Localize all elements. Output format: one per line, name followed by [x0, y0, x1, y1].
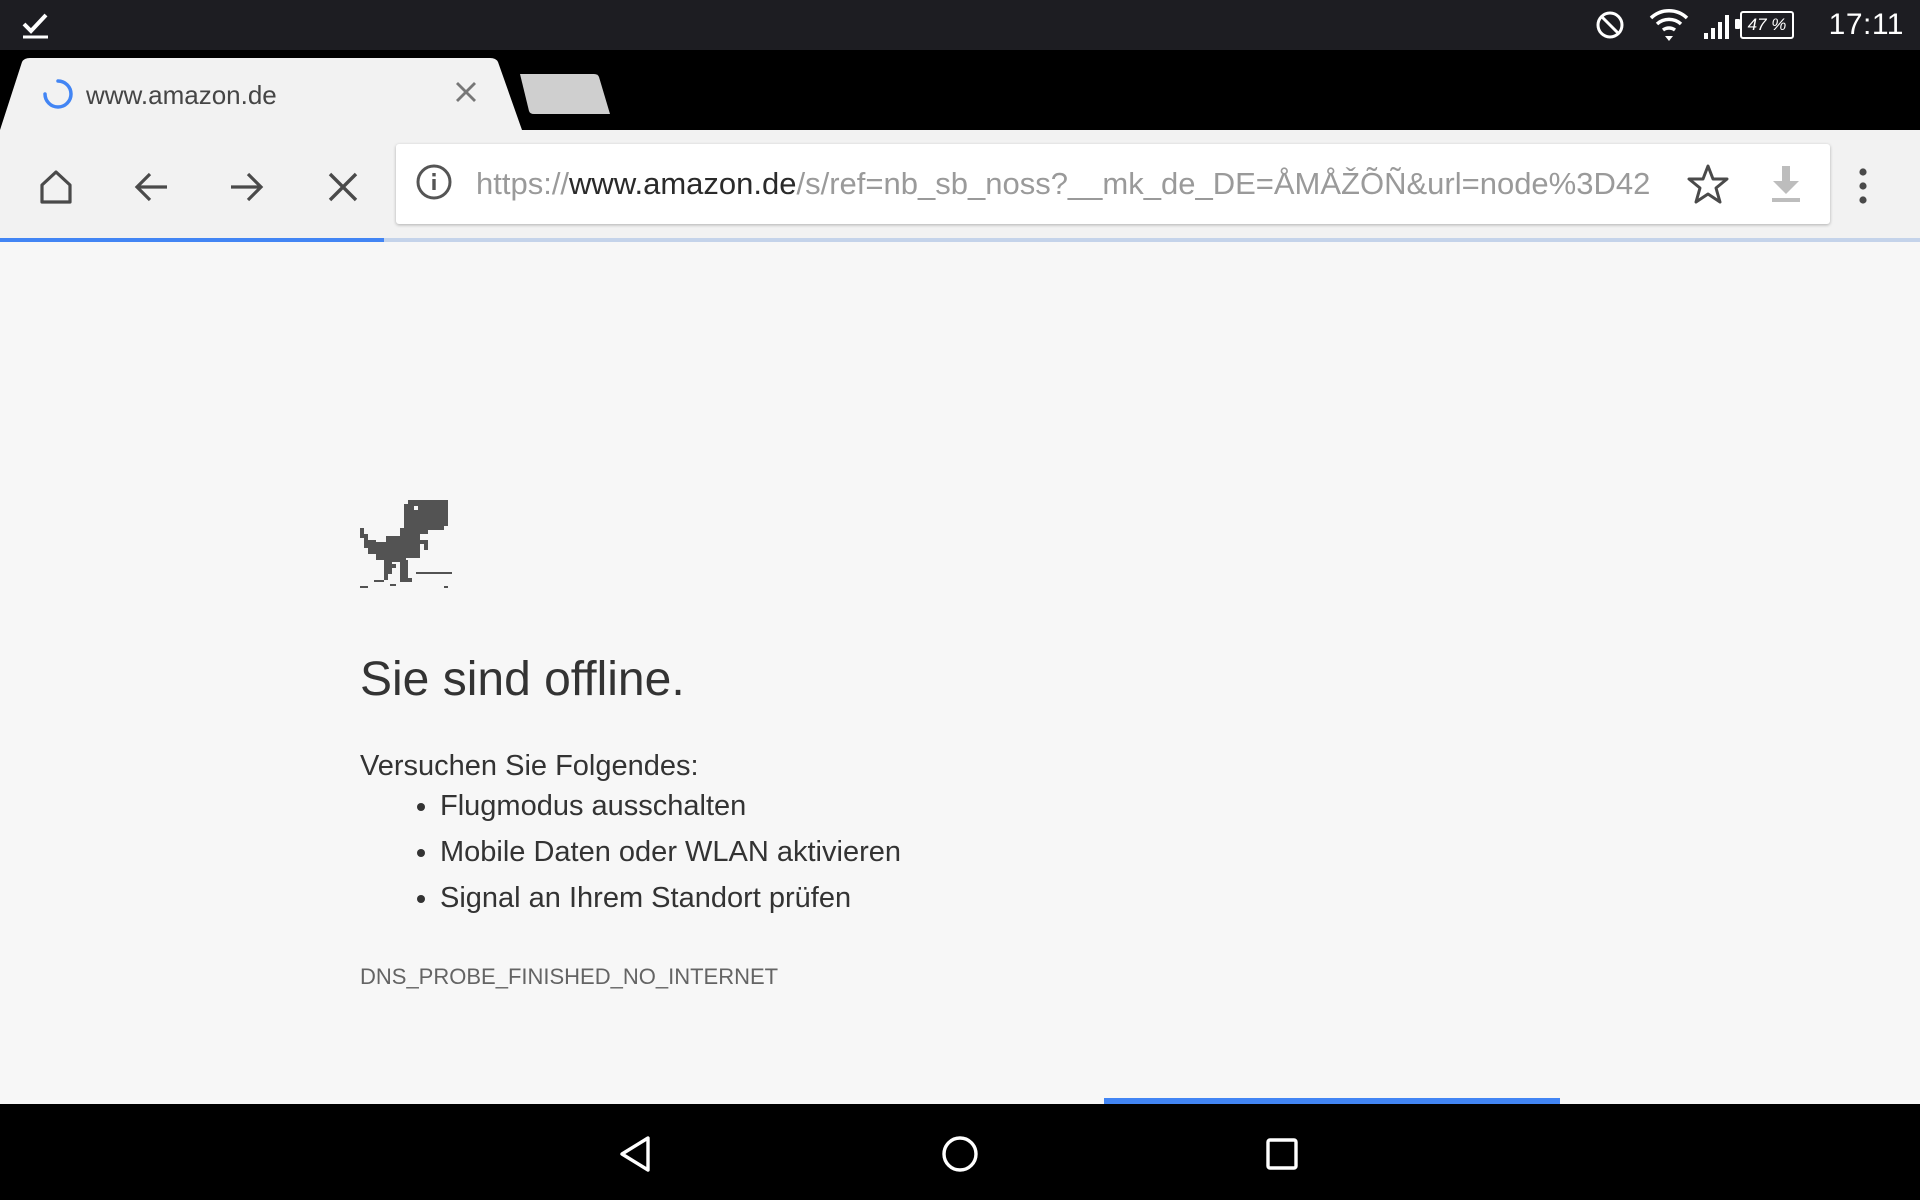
page-title: Sie sind offline. [360, 653, 685, 706]
home-circle-icon[interactable] [930, 1124, 990, 1184]
forward-arrow-icon[interactable] [222, 162, 272, 212]
loading-spinner-icon [42, 78, 74, 110]
overflow-menu-icon[interactable] [1848, 166, 1878, 206]
back-triangle-icon[interactable] [606, 1124, 666, 1184]
tab-close-icon[interactable] [452, 78, 480, 106]
tab-title: www.amazon.de [86, 80, 277, 110]
navigation-bar [0, 1104, 1920, 1200]
back-arrow-icon[interactable] [126, 162, 176, 212]
status-bar: 47 % 17:11 [0, 0, 1920, 50]
recents-square-icon[interactable] [1252, 1124, 1312, 1184]
star-icon[interactable] [1686, 162, 1730, 206]
battery-icon: 47 % [1735, 0, 1794, 50]
url-path: /s/ref=nb_sb_noss?__mk_de_DE=ÅMÅŽÕÑ&url=… [796, 166, 1651, 201]
url-scheme: https:// [476, 166, 570, 201]
stop-loading-icon[interactable] [318, 162, 368, 212]
checkmark-notification-icon [20, 0, 52, 50]
tab-active[interactable]: www.amazon.de [0, 58, 540, 130]
tab-strip: www.amazon.de [0, 50, 1920, 130]
home-icon[interactable] [31, 162, 81, 212]
url-host: www.amazon.de [569, 166, 797, 201]
do-not-disturb-icon [1594, 0, 1626, 50]
url-text[interactable]: https://www.amazon.de/s/ref=nb_sb_noss?_… [476, 164, 1736, 204]
list-item: Flugmodus ausschalten [440, 788, 901, 834]
wifi-icon [1648, 0, 1690, 50]
battery-percent: 47 % [1735, 11, 1794, 39]
cellular-signal-icon [1702, 0, 1734, 50]
suggestions-list: Flugmodus ausschalten Mobile Daten oder … [360, 788, 901, 926]
download-icon[interactable] [1764, 162, 1808, 206]
suggestions-heading: Versuchen Sie Folgendes: [360, 750, 699, 782]
offline-error-page: Sie sind offline. Versuchen Sie Folgende… [0, 242, 1920, 1104]
info-icon[interactable] [414, 162, 454, 202]
list-item: Mobile Daten oder WLAN aktivieren [440, 834, 901, 880]
url-bar[interactable]: https://www.amazon.de/s/ref=nb_sb_noss?_… [396, 144, 1830, 224]
clock: 17:11 [1828, 8, 1904, 41]
dino-icon[interactable] [360, 500, 452, 590]
list-item: Signal an Ihrem Standort prüfen [440, 880, 901, 926]
new-tab-icon[interactable] [518, 74, 610, 114]
toolbar: https://www.amazon.de/s/ref=nb_sb_noss?_… [0, 130, 1920, 240]
error-code: DNS_PROBE_FINISHED_NO_INTERNET [360, 964, 779, 989]
